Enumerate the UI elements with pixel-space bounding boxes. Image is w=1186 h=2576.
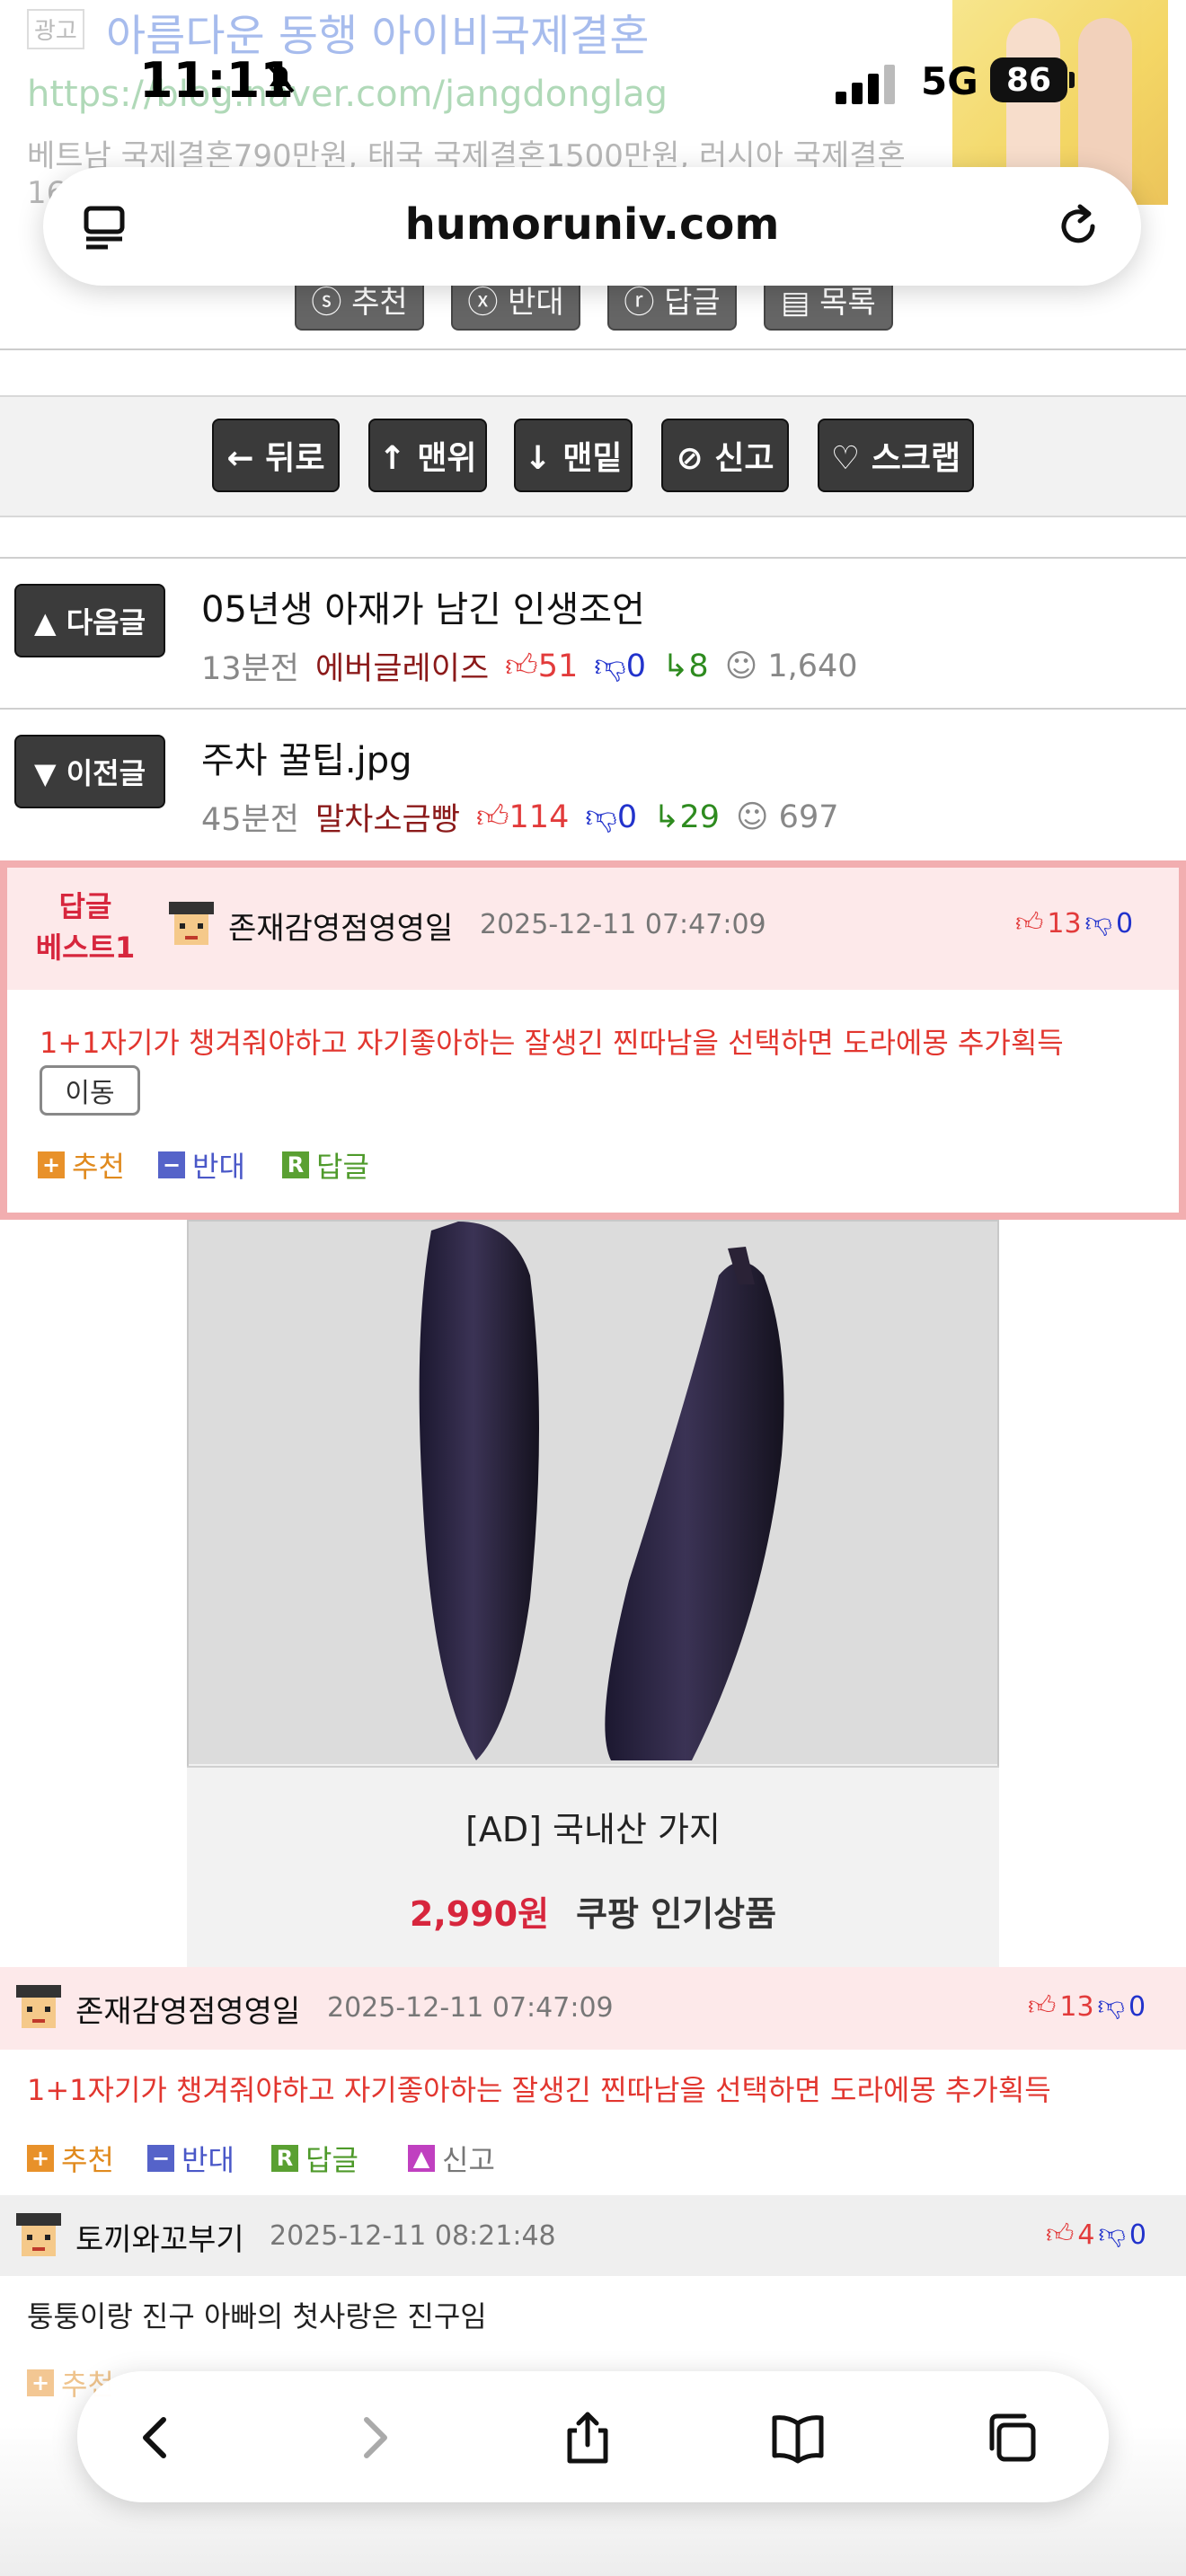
downvote-count: 👎︎0 xyxy=(594,648,647,684)
comment-date: 2025-12-11 07:47:09 xyxy=(327,1992,614,2024)
best-reply-username[interactable]: 존재감영점영영일 xyxy=(228,904,453,948)
back-chevron-icon[interactable] xyxy=(129,2411,183,2465)
comment-votes[interactable]: 👍︎ 4 👎︎ 0 xyxy=(1046,2219,1146,2251)
thumbs-up-icon[interactable]: 👍︎ xyxy=(1028,1990,1056,2023)
back-button[interactable]: ← 뒤로 xyxy=(212,419,340,492)
comment-text: 1+1자기가 챙겨줘야하고 자기좋아하는 잘생긴 찐따남을 선택하면 도라에몽 … xyxy=(27,2073,1051,2107)
divider xyxy=(0,708,1186,710)
oppose-action[interactable]: − 반대 xyxy=(147,2138,235,2179)
thumbs-down-icon[interactable]: 👎︎ xyxy=(1098,1990,1125,2023)
thumbs-down-icon: 👎︎ xyxy=(594,648,626,684)
reload-icon[interactable] xyxy=(1053,201,1103,251)
thumbs-up-icon[interactable]: 👍︎ xyxy=(1046,2219,1074,2251)
avatar xyxy=(169,902,214,945)
comment-username[interactable]: 존재감영점영영일 xyxy=(75,1987,300,2031)
divider xyxy=(0,348,1186,350)
post-author[interactable]: 말차소금빵 xyxy=(315,794,460,840)
forward-chevron-icon[interactable] xyxy=(347,2411,401,2465)
reply-r-icon: R xyxy=(282,1151,309,1178)
silent-bell-icon xyxy=(266,63,295,93)
smiley-icon: ☺ xyxy=(736,798,769,835)
browser-toolbar xyxy=(77,2371,1109,2502)
thumbs-up-icon: 👍︎ xyxy=(505,648,538,684)
next-post-meta: 13분전 에버글레이즈 👍︎51 👎︎0 ↳8 ☺ 1,640 xyxy=(201,643,858,689)
prev-post-button[interactable]: ▼ 이전글 xyxy=(14,735,165,808)
comment-votes[interactable]: 👍︎ 13 👎︎ 0 xyxy=(1028,1990,1146,2023)
siren-icon: ▲ xyxy=(408,2145,435,2172)
product-price: 2,990원 xyxy=(409,1894,550,1934)
smiley-icon: ☺ xyxy=(724,648,758,684)
ad-badge: 광고 xyxy=(27,9,84,49)
best-reply-votes[interactable]: 👍︎ 13 👎︎ 0 xyxy=(1015,907,1133,940)
divider xyxy=(0,557,1186,559)
thumbs-down-icon[interactable]: 👎︎ xyxy=(1085,907,1112,940)
best-oppose-action[interactable]: − 반대 xyxy=(158,1144,245,1186)
ad-url[interactable]: https://blog.naver.com/jangdonglag xyxy=(27,74,668,115)
avatar xyxy=(16,1985,61,2028)
address-bar[interactable]: humoruniv.com xyxy=(43,167,1141,286)
product-price-row: 2,990원 쿠팡 인기상품 xyxy=(187,1886,999,1936)
plus-icon: + xyxy=(27,2145,54,2172)
upvote-count: 👍︎114 xyxy=(475,798,570,835)
best-reply-action[interactable]: R 답글 xyxy=(282,1144,369,1186)
recommend-action[interactable]: + 추천 xyxy=(27,2138,114,2179)
thumbs-down-icon: 👎︎ xyxy=(585,798,617,835)
cellular-signal-icon xyxy=(836,65,895,104)
eggplant-image[interactable] xyxy=(189,1222,997,1764)
post-time: 13분전 xyxy=(201,651,299,687)
reply-count: ↳29 xyxy=(653,798,721,835)
thumbs-down-icon[interactable]: 👎︎ xyxy=(1098,2219,1125,2251)
move-button[interactable]: 이동 xyxy=(40,1065,140,1116)
thumbs-up-icon[interactable]: 👍︎ xyxy=(1015,907,1043,940)
report-action[interactable]: ▲ 신고 xyxy=(408,2138,495,2179)
reply-arrow-icon: ↳ xyxy=(662,648,689,684)
downvote-count: 👎︎0 xyxy=(585,798,638,835)
bookmarks-icon[interactable] xyxy=(771,2411,825,2465)
best-recommend-action[interactable]: + 추천 xyxy=(38,1144,125,1186)
network-type: 5G xyxy=(921,59,978,103)
plus-icon: + xyxy=(27,2369,54,2396)
comment-text: 퉁퉁이랑 진구 아빠의 첫사랑은 진구임 xyxy=(27,2299,487,2333)
thumbs-up-icon: 👍︎ xyxy=(475,798,509,835)
best-reply-date: 2025-12-11 07:47:09 xyxy=(480,909,766,940)
next-post-button[interactable]: ▲ 다음글 xyxy=(14,584,165,657)
reply-arrow-icon: ↳ xyxy=(653,798,680,835)
product-info xyxy=(187,1766,999,1969)
best-reply-text: 1+1자기가 챙겨줘야하고 자기좋아하는 잘생긴 찐따남을 선택하면 도라에몽 … xyxy=(40,1026,1064,1060)
product-tag: 쿠팡 인기상품 xyxy=(576,1894,777,1934)
best-reply-label: 답글 베스트1 xyxy=(35,889,136,965)
view-count: ☺ 697 xyxy=(736,798,839,835)
reply-action[interactable]: R 답글 xyxy=(271,2138,358,2179)
scrap-button[interactable]: ♡ 스크랩 xyxy=(818,419,974,492)
next-post-title[interactable]: 05년생 아재가 남긴 인생조언 xyxy=(201,580,645,632)
comment-date: 2025-12-11 08:21:48 xyxy=(270,2220,556,2252)
avatar xyxy=(16,2213,61,2256)
post-author[interactable]: 에버글레이즈 xyxy=(315,643,489,689)
tabs-icon[interactable] xyxy=(985,2411,1039,2465)
bottom-button[interactable]: ↓ 맨밑 xyxy=(514,419,633,492)
upvote-count: 👍︎51 xyxy=(505,648,579,684)
post-time: 45분전 xyxy=(201,802,299,838)
minus-icon: − xyxy=(158,1151,185,1178)
battery-indicator: 86 xyxy=(990,57,1067,102)
prev-post-title[interactable]: 주차 꿀팁.jpg xyxy=(201,731,412,783)
reply-count: ↳8 xyxy=(662,648,709,684)
top-button[interactable]: ↑ 맨위 xyxy=(368,419,487,492)
share-icon[interactable] xyxy=(561,2411,615,2465)
prev-post-meta: 45분전 말차소금빵 👍︎114 👎︎0 ↳29 ☺ 697 xyxy=(201,794,838,840)
comment-username[interactable]: 토끼와꼬부기 xyxy=(75,2215,244,2259)
plus-icon: + xyxy=(38,1151,65,1178)
minus-icon: − xyxy=(147,2145,174,2172)
url-text[interactable]: humoruniv.com xyxy=(43,199,1141,250)
report-button[interactable]: ⊘ 신고 xyxy=(661,419,789,492)
product-title[interactable]: [AD] 국내산 가지 xyxy=(187,1802,999,1851)
view-count: ☺ 1,640 xyxy=(724,648,858,684)
battery-tip xyxy=(1069,72,1075,88)
reply-r-icon: R xyxy=(271,2145,298,2172)
